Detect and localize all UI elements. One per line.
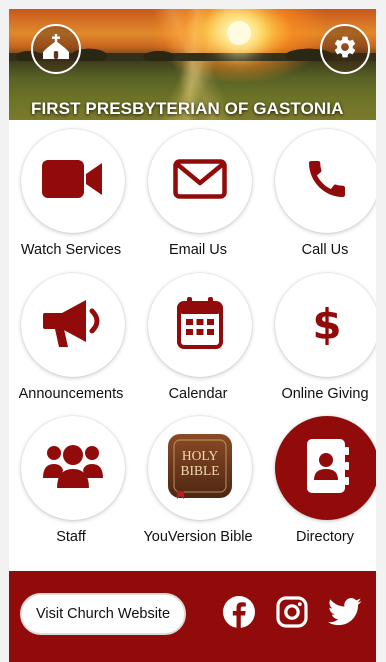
church-icon	[41, 32, 71, 67]
staff-tile[interactable]: Staff	[9, 416, 133, 546]
directory-label: Directory	[295, 529, 354, 545]
settings-button[interactable]	[320, 24, 370, 74]
directory-circle	[275, 416, 376, 520]
calendar-icon	[177, 296, 223, 354]
video-camera-icon	[42, 158, 104, 205]
announcements-circle	[21, 273, 125, 377]
gear-icon	[332, 34, 358, 65]
calendar-circle	[148, 273, 252, 377]
header-banner: FIRST PRESBYTERIAN OF GASTONIA	[9, 9, 376, 120]
envelope-icon	[173, 158, 227, 204]
sun	[227, 21, 251, 45]
calendar-label: Calendar	[168, 386, 228, 402]
address-book-icon	[304, 438, 350, 499]
holy-bible-icon: HOLY BIBLE	[167, 433, 233, 504]
call-us-tile[interactable]: Call Us	[263, 129, 376, 259]
online-giving-tile[interactable]: $ Online Giving	[263, 273, 376, 403]
instagram-link[interactable]	[274, 595, 310, 633]
megaphone-icon	[42, 297, 104, 354]
calendar-tile[interactable]: Calendar	[136, 273, 260, 403]
youversion-bible-tile[interactable]: HOLY BIBLE YouVersion Bible	[136, 416, 260, 546]
call-us-circle	[275, 129, 376, 233]
twitter-icon	[328, 597, 362, 632]
footer-bar: Visit Church Website	[9, 571, 376, 662]
phone-icon	[303, 155, 351, 208]
directory-tile[interactable]: Directory	[263, 416, 376, 546]
announcements-label: Announcements	[18, 386, 124, 402]
online-giving-label: Online Giving	[281, 386, 369, 402]
youversion-bible-label: YouVersion Bible	[143, 529, 253, 545]
youversion-bible-circle: HOLY BIBLE	[148, 416, 252, 520]
email-us-label: Email Us	[168, 242, 227, 258]
facebook-link[interactable]	[221, 595, 257, 634]
watch-services-circle	[21, 129, 125, 233]
church-home-button[interactable]	[31, 24, 81, 74]
instagram-icon	[276, 595, 308, 633]
announcements-tile[interactable]: Announcements	[9, 273, 133, 403]
svg-text:BIBLE: BIBLE	[181, 463, 220, 478]
church-title: FIRST PRESBYTERIAN OF GASTONIA	[31, 99, 344, 118]
staff-circle	[21, 416, 125, 520]
app-screen: FIRST PRESBYTERIAN OF GASTONIA Watch Ser…	[9, 9, 376, 662]
svg-text:$: $	[312, 300, 341, 349]
twitter-link[interactable]	[327, 596, 363, 632]
svg-text:HOLY: HOLY	[182, 448, 218, 463]
visit-church-website-button[interactable]: Visit Church Website	[20, 593, 186, 635]
dollar-icon: $	[311, 297, 343, 354]
watch-services-tile[interactable]: Watch Services	[9, 129, 133, 259]
staff-label: Staff	[56, 529, 86, 545]
watch-services-label: Watch Services	[20, 242, 122, 258]
email-us-circle	[148, 129, 252, 233]
online-giving-circle: $	[275, 273, 376, 377]
people-icon	[42, 442, 104, 495]
facebook-icon	[222, 595, 256, 634]
email-us-tile[interactable]: Email Us	[136, 129, 260, 259]
call-us-label: Call Us	[301, 242, 349, 258]
